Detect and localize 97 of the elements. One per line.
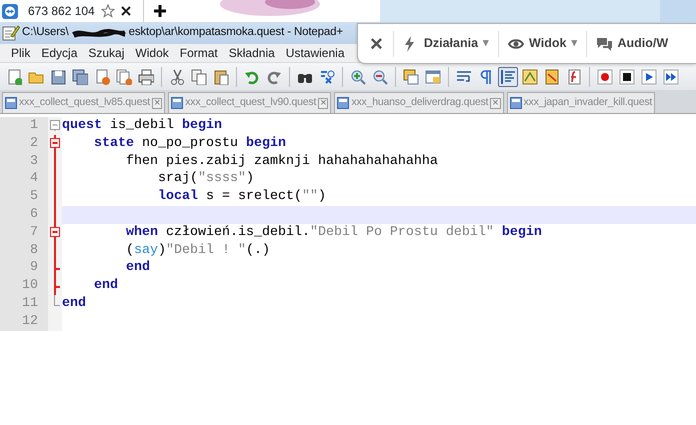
tab-label: xxx_collect_quest_lv85.quest: [19, 95, 150, 110]
menu-button[interactable]: Audio/W: [587, 34, 678, 53]
fold-marker-icon[interactable]: [50, 117, 60, 131]
stop-button[interactable]: [617, 66, 637, 86]
record-icon: [597, 68, 613, 84]
file-icon: [5, 97, 17, 109]
print-icon: [138, 68, 154, 84]
tab-title: 673 862 104: [28, 3, 95, 20]
line-number: 4: [29, 170, 39, 188]
stop-icon: [619, 68, 635, 84]
file-tab[interactable]: xxx_collect_quest_lv90.quest ×: [168, 92, 332, 113]
indent-guide-icon: [500, 68, 516, 84]
caret-icon: ▾: [571, 35, 578, 52]
tab-label: xxx_collect_quest_lv90.quest: [185, 95, 316, 110]
line-number: 11: [21, 294, 39, 313]
function-list-icon: [566, 68, 582, 84]
line-number: 12: [21, 312, 39, 331]
code-line: local s = srelect(""): [156, 188, 327, 206]
close-tab-button[interactable]: ×: [152, 98, 162, 108]
code-line: fhen pies.zabij zamknji hahahahahahahha: [124, 152, 439, 170]
word-wrap-icon: [456, 68, 472, 84]
menu-item[interactable]: Ustawienia: [280, 44, 350, 62]
notepad-icon: [2, 25, 20, 41]
play-multiple-icon: [663, 68, 679, 84]
save-all-icon: [72, 68, 88, 84]
close-all-icon: [116, 68, 132, 84]
line-number: 3: [29, 152, 39, 170]
line-number: 7: [29, 224, 39, 242]
fold-marker-icon[interactable]: [50, 134, 60, 153]
play-button[interactable]: [639, 66, 659, 86]
menu-item[interactable]: Format: [174, 44, 224, 62]
menu-item[interactable]: Widok: [130, 44, 175, 62]
line-number: 9: [29, 259, 39, 278]
close-tab-button[interactable]: ×: [490, 98, 500, 108]
tab-label: xxx_huanso_deliverdrag.quest: [351, 95, 488, 110]
print-button[interactable]: [136, 66, 156, 86]
tab-label: xxx_japan_invader_kill.quest: [524, 95, 652, 110]
zoom-in-icon: [350, 68, 366, 84]
line-number: 5: [29, 188, 39, 206]
chat-icon: [596, 36, 612, 52]
close-all-button[interactable]: [114, 66, 134, 86]
close-tab-button[interactable]: ×: [318, 98, 328, 108]
window-title: C:\Users\: [22, 25, 69, 40]
close-file-icon: [94, 68, 110, 84]
new-file-icon: [6, 68, 22, 84]
window-sync-button[interactable]: [401, 66, 421, 86]
line-number: 8: [29, 242, 39, 260]
menu-item[interactable]: Edycja: [36, 44, 84, 62]
new-tab-icon[interactable]: [153, 4, 167, 18]
line-number: 6: [29, 206, 39, 224]
code-line: end: [62, 294, 87, 313]
redaction-scribble: [70, 27, 127, 39]
pilcrow-icon: [478, 68, 494, 84]
line-number: 2: [29, 134, 39, 153]
menu-button[interactable]: Działania ▾: [394, 34, 498, 53]
menu-button[interactable]: Widok ▾: [499, 34, 586, 53]
code-line: end: [124, 259, 151, 278]
line-number: 1: [29, 117, 39, 135]
record-button[interactable]: [595, 66, 615, 86]
code-line: when człowień.is_debil."Debil Po Prostu debil" begin: [124, 224, 543, 242]
scissors-icon: [169, 68, 185, 84]
indent-guide-button[interactable]: [498, 66, 518, 86]
close-button[interactable]: ×: [358, 32, 393, 54]
save-icon: [50, 68, 66, 84]
fold-marker-icon[interactable]: [50, 224, 60, 242]
line-number: 10: [21, 277, 39, 295]
code-line: quest is_debil begin: [62, 117, 223, 135]
code-line: sraj("ssss"): [156, 170, 255, 188]
file-icon: [171, 97, 184, 109]
file-tab[interactable]: xxx_huanso_deliverdrag.quest ×: [334, 92, 504, 113]
language-button[interactable]: [520, 66, 540, 86]
copy-button[interactable]: [189, 66, 209, 86]
close-icon[interactable]: [120, 6, 131, 16]
language-icon: [522, 68, 538, 84]
window-sync-icon: [425, 68, 441, 84]
code-line: state no_po_prostu begin: [92, 134, 287, 153]
document-map-icon: [544, 68, 560, 84]
save-all-button[interactable]: [70, 66, 90, 86]
file-icon: [510, 97, 522, 109]
menu-item[interactable]: Plik: [6, 44, 36, 62]
replace-icon: [319, 68, 335, 84]
zoom-out-icon: [372, 68, 388, 84]
play-icon: [641, 68, 657, 84]
file-icon: [337, 97, 350, 109]
play-multiple-button[interactable]: [661, 66, 681, 86]
paste-icon: [213, 68, 229, 84]
file-tab[interactable]: xxx_collect_quest_lv85.quest ×: [2, 92, 166, 113]
menu-item[interactable]: Szukaj: [83, 44, 130, 62]
copy-icon: [191, 68, 207, 84]
remote-app-icon[interactable]: [2, 4, 18, 19]
window-title: esktop\ar\kompatasmoka.quest - Notepad+: [128, 25, 343, 40]
star-icon[interactable]: [100, 4, 115, 18]
code-line: (say)"Debil ! "(.): [124, 242, 271, 260]
code-line: end: [92, 277, 119, 295]
caret-icon: ▾: [483, 35, 490, 52]
menu-item[interactable]: Składnia: [224, 44, 281, 62]
window-sync-icon: [403, 68, 419, 84]
